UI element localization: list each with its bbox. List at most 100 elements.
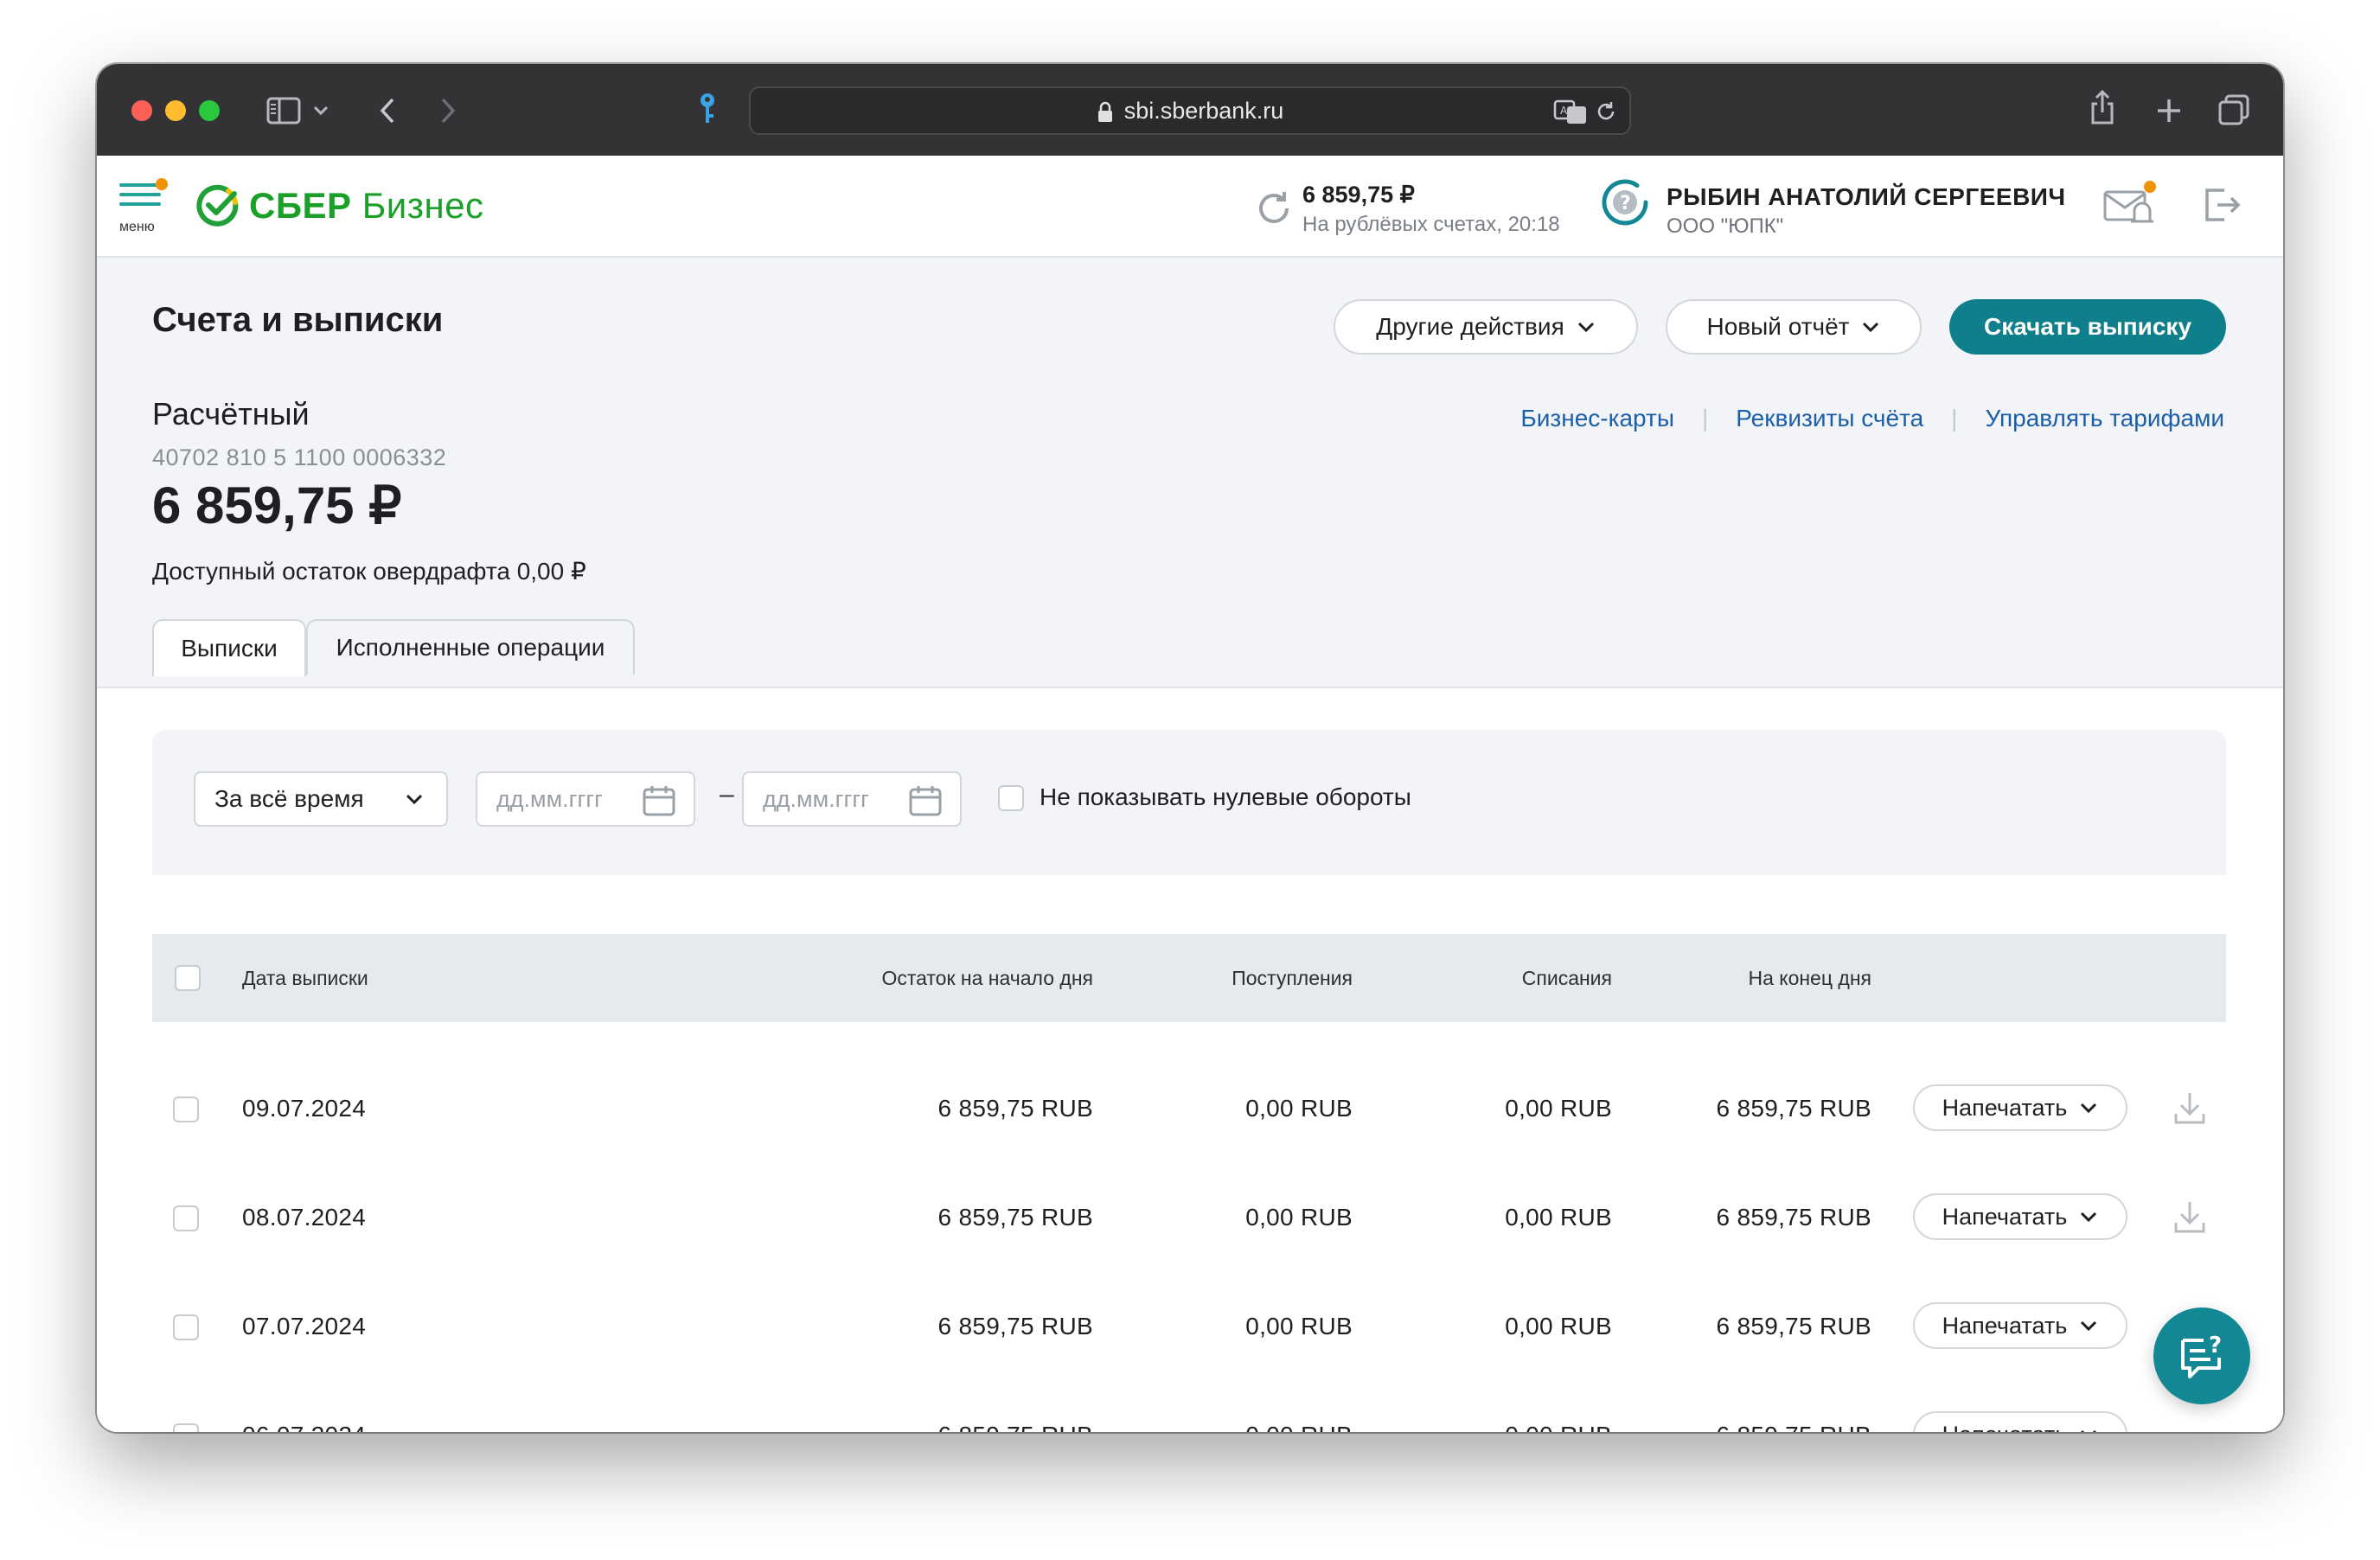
table-row[interactable]: 07.07.2024 6 859,75 RUB 0,00 RUB 0,00 RU… xyxy=(152,1276,2226,1385)
row-date: 09.07.2024 xyxy=(242,1095,367,1122)
row-credits: 0,00 RUB xyxy=(1245,1095,1353,1122)
menu-bar xyxy=(119,202,161,206)
close-window-button[interactable] xyxy=(131,100,152,121)
row-checkbox[interactable] xyxy=(173,1205,199,1231)
print-button[interactable]: Напечатать xyxy=(1913,1302,2127,1349)
row-credits: 0,00 RUB xyxy=(1245,1313,1353,1339)
download-icon[interactable] xyxy=(2172,1090,2207,1126)
svg-text:A: A xyxy=(1560,105,1568,117)
manage-tariffs-link[interactable]: Управлять тарифами xyxy=(1985,405,2224,432)
sber-logo-icon xyxy=(196,184,239,227)
refresh-icon[interactable] xyxy=(1256,190,1292,227)
reload-icon[interactable] xyxy=(1595,100,1617,123)
user-name: РЫБИН АНАТОЛИЙ СЕРГЕЕВИЧ xyxy=(1667,183,2066,210)
column-header-debits[interactable]: Списания xyxy=(1522,967,1612,990)
row-opening-balance: 6 859,75 RUB xyxy=(938,1422,1094,1432)
key-icon[interactable] xyxy=(697,92,718,128)
lock-icon xyxy=(1097,101,1112,122)
calendar-icon[interactable] xyxy=(908,784,943,817)
other-actions-button[interactable]: Другие действия xyxy=(1334,299,1638,355)
chevron-down-icon[interactable] xyxy=(313,105,329,116)
table-header: Дата выписки Остаток на начало дня Посту… xyxy=(152,934,2226,1022)
row-credits: 0,00 RUB xyxy=(1245,1422,1353,1432)
row-debits: 0,00 RUB xyxy=(1505,1204,1612,1231)
print-button[interactable]: Напечатать xyxy=(1913,1411,2127,1432)
menu-button[interactable]: меню xyxy=(119,178,168,235)
filter-panel: За всё время дд.мм.гггг – дд.мм.гггг Не … xyxy=(152,730,2226,875)
row-checkbox[interactable] xyxy=(173,1314,199,1340)
new-report-label: Новый отчёт xyxy=(1706,313,1850,340)
new-tab-icon[interactable] xyxy=(2155,97,2183,125)
browser-toolbar: sbi.sberbank.ru A xyxy=(97,64,2283,156)
browser-window: sbi.sberbank.ru A меню СБЕР Бизнес 6 859… xyxy=(97,64,2283,1432)
share-icon[interactable] xyxy=(2089,88,2115,126)
business-cards-link[interactable]: Бизнес-карты xyxy=(1520,405,1674,432)
sber-business-logo[interactable]: СБЕР Бизнес xyxy=(195,180,484,232)
chevron-down-icon xyxy=(2081,1320,2097,1332)
other-actions-label: Другие действия xyxy=(1376,313,1564,340)
organization-name: ООО "ЮПК" xyxy=(1667,214,1784,238)
tabs-overview-icon[interactable] xyxy=(2217,93,2250,126)
chat-help-button[interactable]: ? xyxy=(2153,1307,2250,1404)
sidebar-icon[interactable] xyxy=(266,97,301,125)
row-date: 06.07.2024 xyxy=(242,1422,366,1432)
row-credits: 0,00 RUB xyxy=(1245,1204,1353,1231)
header-balance-amount: 6 859,75 ₽ xyxy=(1302,182,1415,208)
period-select[interactable]: За всё время xyxy=(194,771,448,827)
zoom-window-button[interactable] xyxy=(199,100,220,121)
svg-text:?: ? xyxy=(1620,193,1631,214)
forward-arrow-icon[interactable] xyxy=(439,97,457,125)
chevron-down-icon xyxy=(2081,1212,2097,1223)
brand-name: СБЕР Бизнес xyxy=(249,185,484,227)
calendar-icon[interactable] xyxy=(642,784,676,817)
download-statement-button[interactable]: Скачать выписку xyxy=(1949,299,2226,355)
account-details-link[interactable]: Реквизиты счёта xyxy=(1736,405,1923,432)
column-header-opening-balance[interactable]: Остаток на начало дня xyxy=(881,967,1093,990)
column-header-credits[interactable]: Поступления xyxy=(1232,967,1353,990)
account-links: Бизнес-карты | Реквизиты счёта | Управля… xyxy=(1520,405,2224,432)
print-button[interactable]: Напечатать xyxy=(1913,1084,2127,1131)
row-opening-balance: 6 859,75 RUB xyxy=(937,1204,1093,1231)
tab-executed-operations[interactable]: Исполненные операции xyxy=(306,619,635,675)
table-row[interactable]: 08.07.2024 6 859,75 RUB 0,00 RUB 0,00 RU… xyxy=(152,1167,2226,1276)
print-button-label: Напечатать xyxy=(1942,1312,2068,1339)
tab-statements-label: Выписки xyxy=(181,635,278,662)
row-date: 08.07.2024 xyxy=(242,1204,367,1231)
date-from-input[interactable]: дд.мм.гггг xyxy=(476,771,695,827)
download-icon[interactable] xyxy=(2172,1199,2207,1235)
address-bar[interactable]: sbi.sberbank.ru A xyxy=(749,86,1631,135)
url-label: sbi.sberbank.ru xyxy=(1123,98,1284,124)
print-button[interactable]: Напечатать xyxy=(1913,1193,2127,1240)
date-to-placeholder: дд.мм.гггг xyxy=(763,785,870,812)
column-header-closing-balance[interactable]: На конец дня xyxy=(1748,967,1871,990)
translate-icon[interactable]: A xyxy=(1553,99,1588,125)
select-all-checkbox[interactable] xyxy=(175,965,201,991)
hide-zero-turnover-checkbox[interactable] xyxy=(998,785,1024,811)
page-content: Счета и выписки Другие действия Новый от… xyxy=(97,258,2283,1432)
row-opening-balance: 6 859,75 RUB xyxy=(937,1095,1093,1122)
mail-bell-icon[interactable] xyxy=(2102,180,2162,228)
row-opening-balance: 6 859,75 RUB xyxy=(937,1313,1093,1339)
tab-executed-operations-label: Исполненные операции xyxy=(336,634,605,661)
link-separator: | xyxy=(1701,405,1709,432)
row-closing-balance: 6 859,75 RUB xyxy=(1716,1313,1871,1339)
brand-name-bold: СБЕР xyxy=(249,185,352,226)
table-row[interactable]: 09.07.2024 6 859,75 RUB 0,00 RUB 0,00 RU… xyxy=(152,1058,2226,1167)
svg-text:?: ? xyxy=(2209,1333,2222,1359)
print-button-label: Напечатать xyxy=(1942,1422,2068,1433)
table-row[interactable]: 06.07.2024 6 859,75 RUB 0,00 RUB 0,00 RU… xyxy=(152,1385,2226,1432)
menu-bar xyxy=(119,193,161,196)
minimize-window-button[interactable] xyxy=(165,100,186,121)
column-header-date[interactable]: Дата выписки xyxy=(242,967,368,990)
new-report-button[interactable]: Новый отчёт xyxy=(1666,299,1922,355)
row-closing-balance: 6 859,75 RUB xyxy=(1716,1204,1871,1231)
row-debits: 0,00 RUB xyxy=(1505,1095,1612,1122)
date-to-input[interactable]: дд.мм.гггг xyxy=(742,771,962,827)
row-checkbox[interactable] xyxy=(173,1423,199,1432)
back-arrow-icon[interactable] xyxy=(379,97,396,125)
download-statement-label: Скачать выписку xyxy=(1983,313,2192,340)
support-icon[interactable]: ? xyxy=(1597,175,1653,230)
row-checkbox[interactable] xyxy=(173,1096,199,1122)
logout-icon[interactable] xyxy=(2204,187,2242,223)
tab-statements[interactable]: Выписки xyxy=(152,619,306,676)
